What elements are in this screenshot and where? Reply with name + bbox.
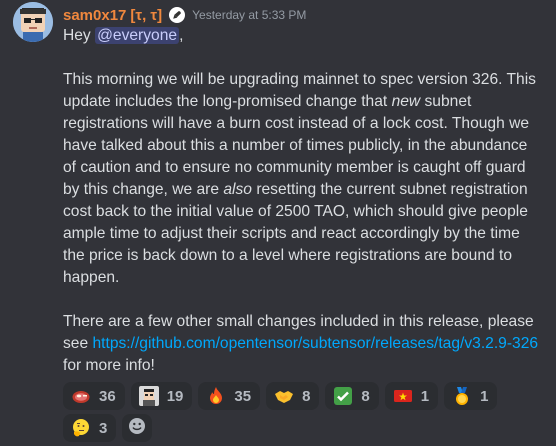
- reaction-row: 3: [63, 414, 533, 442]
- message-header: sam0x17 [τ, τ] Yesterday at 5:33 PM: [63, 5, 306, 25]
- username[interactable]: sam0x17: [63, 7, 126, 24]
- reaction-handshake[interactable]: 8: [266, 382, 320, 410]
- paragraph-upgrade: This morning we will be upgrading mainne…: [63, 69, 541, 289]
- everyone-mention[interactable]: @everyone: [95, 27, 180, 44]
- emphasis-also: also: [223, 181, 252, 198]
- thinking-face-icon: [71, 418, 91, 438]
- reaction-vietnam-flag[interactable]: 1: [384, 382, 439, 410]
- reaction-count: 1: [420, 387, 430, 405]
- greeting-text: Hey: [63, 27, 96, 44]
- timestamp[interactable]: Yesterday at 5:33 PM: [192, 8, 306, 22]
- message-content: Hey @everyone, This morning we will be u…: [63, 25, 541, 377]
- avatar-image: [13, 2, 53, 42]
- reaction-check[interactable]: 8: [325, 382, 379, 410]
- reaction-row: 36 19 35 8 8 1 1: [63, 382, 533, 410]
- reactions-bar: 36 19 35 8 8 1 1 3: [63, 382, 533, 446]
- role-badge-icon[interactable]: [169, 7, 186, 23]
- user-tag[interactable]: [τ, τ]: [130, 7, 162, 24]
- emphasis-new: new: [391, 93, 421, 110]
- greeting-comma: ,: [179, 27, 184, 44]
- steak-icon: [71, 386, 91, 406]
- add-reaction-button[interactable]: [122, 414, 153, 442]
- reaction-steak[interactable]: 36: [63, 382, 125, 410]
- vietnam-flag-icon: [393, 386, 413, 406]
- release-link[interactable]: https://github.com/opentensor/subtensor/…: [92, 335, 538, 352]
- reaction-count: 3: [99, 419, 108, 437]
- medal-icon: [452, 386, 472, 406]
- reaction-count: 1: [480, 387, 489, 405]
- reaction-count: 8: [302, 387, 311, 405]
- paragraph-text: for more info!: [63, 357, 155, 374]
- chat-message: sam0x17 [τ, τ] Yesterday at 5:33 PM Hey …: [0, 0, 556, 446]
- reaction-count: 35: [234, 387, 252, 405]
- greeting-line: Hey @everyone,: [63, 25, 541, 47]
- reaction-fire[interactable]: 35: [198, 382, 261, 410]
- reaction-portrait[interactable]: 19: [130, 382, 193, 410]
- reaction-count: 19: [166, 387, 184, 405]
- reaction-thinking[interactable]: 3: [63, 414, 117, 442]
- smiley-icon: [128, 417, 146, 440]
- reaction-count: 36: [99, 387, 116, 405]
- handshake-icon: [274, 386, 294, 406]
- check-mark-icon: [333, 386, 353, 406]
- fire-icon: [206, 386, 226, 406]
- avatar[interactable]: [13, 2, 53, 42]
- reaction-medal[interactable]: 1: [444, 382, 498, 410]
- portrait-icon: [138, 386, 159, 406]
- reaction-count: 8: [361, 387, 370, 405]
- paragraph-release: There are a few other small changes incl…: [63, 311, 541, 377]
